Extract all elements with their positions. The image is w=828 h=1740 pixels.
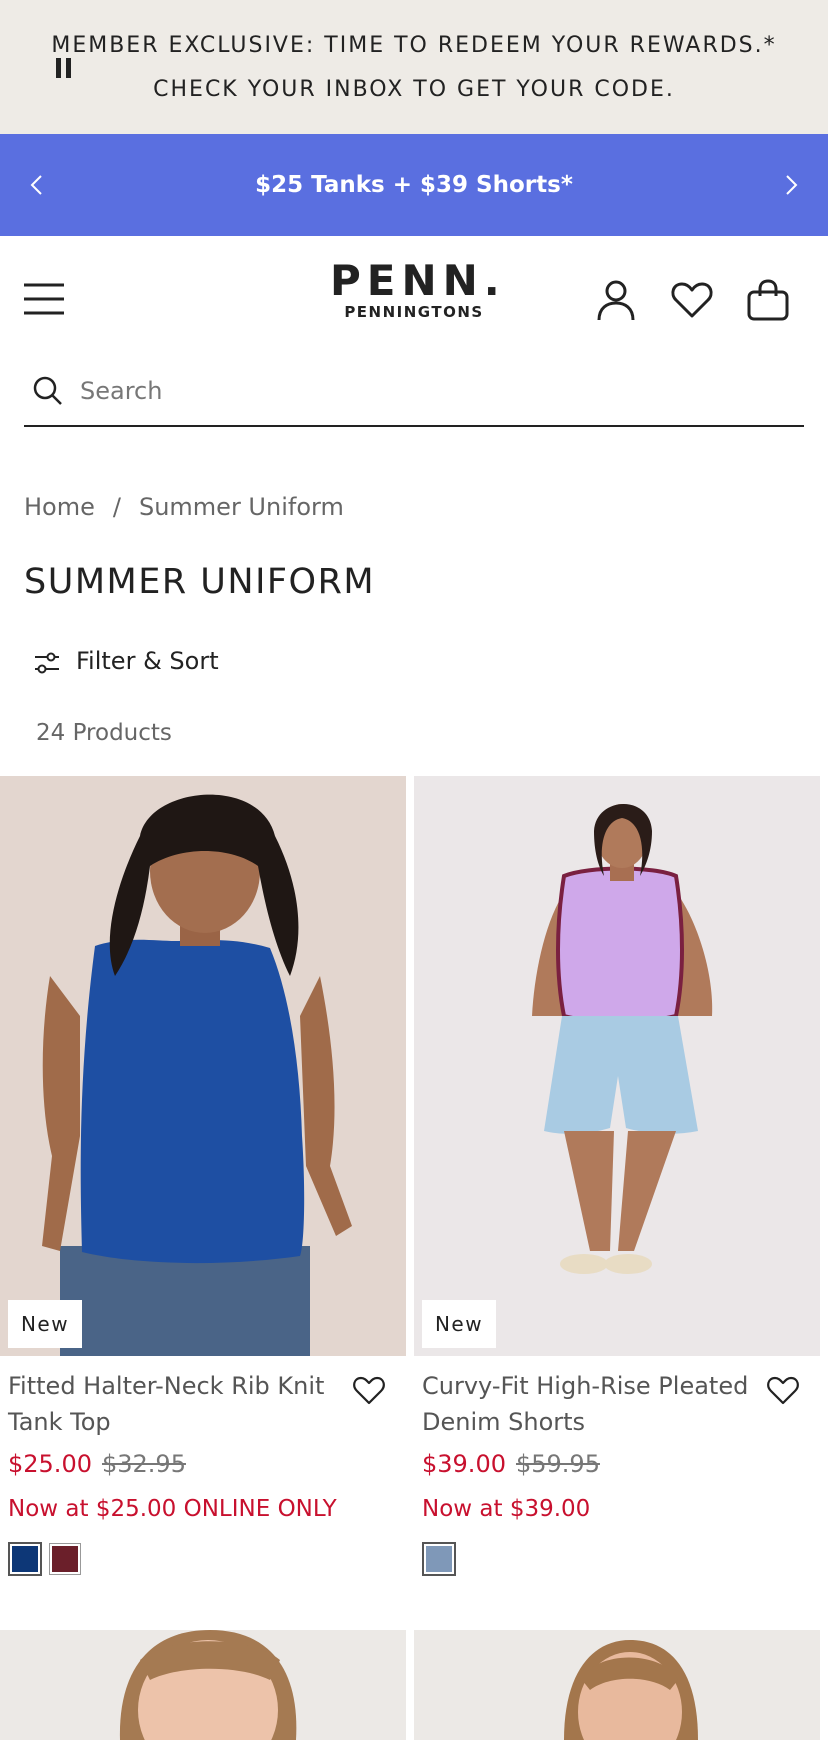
- offer-banner: $25 Tanks + $39 Shorts*: [0, 134, 828, 236]
- color-swatch-light-blue[interactable]: [422, 1542, 456, 1576]
- sliders-icon: [35, 652, 59, 674]
- chevron-right-icon[interactable]: [778, 172, 804, 198]
- product-image[interactable]: [414, 1630, 820, 1740]
- breadcrumb-separator: /: [112, 493, 121, 521]
- product-count: 24 Products: [36, 720, 172, 746]
- product-image[interactable]: [414, 776, 820, 1356]
- search-icon: [33, 376, 62, 405]
- promo-line-2: CHECK YOUR INBOX TO GET YOUR CODE.: [153, 77, 675, 102]
- pause-icon[interactable]: [56, 58, 72, 78]
- sale-price: $25.00: [8, 1450, 92, 1478]
- promo-line-1: MEMBER EXCLUSIVE: TIME TO REDEEM YOUR RE…: [51, 33, 777, 58]
- product-image[interactable]: [0, 1630, 406, 1740]
- original-price: $59.95: [515, 1450, 600, 1478]
- product-price: $25.00 $32.95: [8, 1450, 186, 1478]
- search-input[interactable]: Search: [80, 377, 162, 405]
- promo-price-text: Now at $25.00 ONLINE ONLY: [8, 1496, 337, 1522]
- offer-banner-text[interactable]: $25 Tanks + $39 Shorts*: [0, 172, 828, 198]
- product-name[interactable]: Fitted Halter-Neck Rib Knit Tank Top: [8, 1368, 338, 1440]
- search-bar[interactable]: Search: [24, 361, 804, 427]
- sale-price: $39.00: [422, 1450, 506, 1478]
- wishlist-heart-icon[interactable]: [352, 1374, 386, 1406]
- new-badge: New: [8, 1300, 82, 1348]
- color-swatch-navy[interactable]: [8, 1542, 42, 1576]
- wishlist-heart-icon[interactable]: [766, 1374, 800, 1406]
- logo-subtext: PENNINGTONS: [344, 303, 484, 321]
- promo-price-text: Now at $39.00: [422, 1496, 591, 1522]
- menu-icon[interactable]: [24, 282, 64, 316]
- breadcrumb-current: Summer Uniform: [138, 493, 344, 521]
- filter-sort-label: Filter & Sort: [76, 647, 219, 675]
- original-price: $32.95: [101, 1450, 186, 1478]
- breadcrumb: Home / Summer Uniform: [24, 493, 344, 521]
- logo[interactable]: PENN. PENNINGTONS: [330, 256, 506, 324]
- promo-bar: MEMBER EXCLUSIVE: TIME TO REDEEM YOUR RE…: [0, 0, 828, 134]
- product-image[interactable]: [0, 776, 406, 1356]
- color-swatch-burgundy[interactable]: [49, 1543, 81, 1575]
- product-price: $39.00 $59.95: [422, 1450, 600, 1478]
- shopping-bag-icon[interactable]: [746, 278, 790, 322]
- product-name[interactable]: Curvy-Fit High-Rise Pleated Denim Shorts: [422, 1368, 752, 1440]
- new-badge: New: [422, 1300, 496, 1348]
- page-title: SUMMER UNIFORM: [24, 562, 376, 602]
- logo-wordmark: PENN.: [330, 256, 506, 305]
- breadcrumb-home[interactable]: Home: [24, 493, 95, 521]
- site-header: PENN. PENNINGTONS: [0, 236, 828, 361]
- heart-icon[interactable]: [670, 278, 714, 322]
- account-icon[interactable]: [594, 278, 638, 322]
